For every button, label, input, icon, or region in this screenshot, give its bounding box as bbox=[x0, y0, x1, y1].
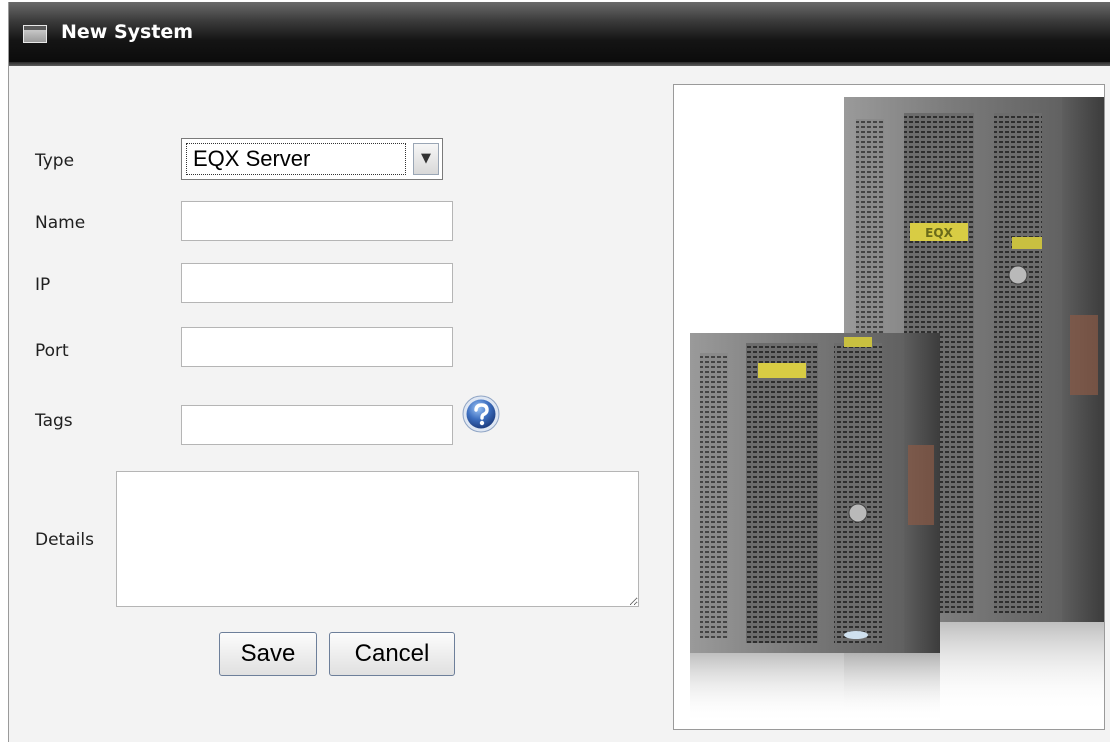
type-select-value: EQX Server bbox=[186, 143, 406, 175]
type-select[interactable]: EQX Server ▼ bbox=[181, 138, 443, 180]
ip-label: IP bbox=[35, 275, 51, 295]
type-label: Type bbox=[35, 151, 75, 171]
details-textarea[interactable] bbox=[116, 471, 639, 607]
dialog-titlebar: New System bbox=[9, 2, 1110, 66]
rack-badge-text: EQX bbox=[925, 226, 953, 240]
window-icon bbox=[23, 25, 47, 43]
port-label: Port bbox=[35, 341, 69, 361]
tags-label: Tags bbox=[35, 411, 73, 431]
details-label: Details bbox=[35, 530, 94, 550]
tags-field[interactable] bbox=[181, 405, 453, 445]
chevron-down-icon[interactable]: ▼ bbox=[413, 143, 439, 175]
name-label: Name bbox=[35, 213, 86, 233]
port-field[interactable] bbox=[181, 327, 453, 367]
server-rack-illustration: EQX bbox=[690, 97, 1104, 723]
product-image: EQX bbox=[673, 84, 1105, 730]
help-icon[interactable] bbox=[461, 394, 501, 434]
short-rack-reflection bbox=[690, 653, 940, 723]
cancel-button[interactable]: Cancel bbox=[329, 632, 455, 676]
name-field[interactable] bbox=[181, 201, 453, 241]
dialog-title: New System bbox=[61, 21, 194, 43]
save-button[interactable]: Save bbox=[219, 632, 317, 676]
ip-field[interactable] bbox=[181, 263, 453, 303]
new-system-dialog: New System Type EQX Server ▼ Name IP Por… bbox=[8, 2, 1110, 742]
short-rack bbox=[690, 333, 940, 653]
